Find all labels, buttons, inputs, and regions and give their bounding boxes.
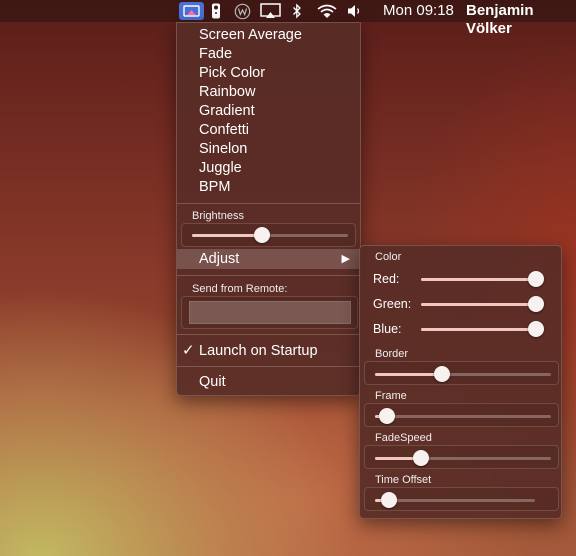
border-slider-fill	[375, 373, 442, 376]
red-slider[interactable]	[421, 271, 544, 287]
frame-slider-knob[interactable]	[379, 408, 396, 424]
fadespeed-slider-knob[interactable]	[412, 450, 429, 466]
fadespeed-slider[interactable]	[375, 450, 551, 466]
fadespeed-inset	[364, 445, 559, 469]
menu-separator	[177, 366, 360, 367]
frame-inset	[364, 403, 559, 427]
frame-label: Frame	[375, 390, 407, 402]
remote-inset	[181, 296, 358, 329]
green-slider-knob[interactable]	[528, 296, 544, 312]
wifi-icon[interactable]	[316, 2, 338, 20]
red-label: Red:	[373, 272, 400, 286]
menu-item-fade[interactable]: Fade	[199, 45, 232, 63]
app-status-icon[interactable]	[179, 2, 204, 20]
border-slider[interactable]	[375, 366, 551, 382]
menu-bar: Mon 09:18 Benjamin Völker	[0, 0, 576, 37]
time-offset-inset	[364, 487, 559, 511]
time-offset-slider[interactable]	[375, 492, 535, 508]
brightness-slider-fill	[192, 234, 263, 237]
green-label: Green:	[373, 297, 412, 311]
adjust-label: Adjust	[199, 251, 240, 267]
menu-item-sinelon[interactable]: Sinelon	[199, 140, 247, 158]
brightness-inset	[181, 223, 356, 247]
menu-bar-clock[interactable]: Mon 09:18	[383, 2, 454, 20]
green-slider[interactable]	[421, 296, 544, 312]
weather-icon[interactable]	[232, 2, 252, 20]
menu-item-juggle[interactable]: Juggle	[199, 159, 242, 177]
border-label: Border	[375, 348, 409, 360]
menu-item-adjust[interactable]: Adjust ▶	[177, 249, 360, 269]
blue-slider-knob[interactable]	[528, 321, 544, 337]
menu-item-bpm[interactable]: BPM	[199, 178, 230, 196]
submenu-arrow-icon: ▶	[341, 253, 350, 265]
adjust-submenu: Color Red: Green: Blue: Border Frame Fad…	[359, 245, 562, 519]
remote-icon[interactable]	[208, 2, 224, 20]
status-menu: Screen Average Fade Pick Color Rainbow G…	[176, 22, 361, 396]
checkmark-icon: ✓	[182, 342, 195, 359]
bluetooth-icon[interactable]	[290, 2, 304, 20]
menu-separator	[177, 203, 360, 204]
brightness-slider-knob[interactable]	[254, 227, 271, 243]
menu-item-pick-color[interactable]: Pick Color	[199, 64, 265, 82]
border-inset	[364, 361, 559, 385]
brightness-label: Brightness	[192, 210, 244, 222]
menu-item-confetti[interactable]: Confetti	[199, 121, 249, 139]
frame-slider[interactable]	[375, 408, 551, 424]
menu-bar-user[interactable]: Benjamin Völker	[466, 2, 576, 38]
color-label: Color	[375, 251, 402, 263]
menu-separator	[177, 275, 360, 276]
launch-on-startup-label: Launch on Startup	[199, 343, 318, 359]
brightness-slider[interactable]	[192, 227, 348, 243]
remote-input[interactable]	[189, 301, 351, 324]
red-slider-knob[interactable]	[528, 271, 544, 287]
menu-item-screen-average[interactable]: Screen Average	[199, 26, 302, 44]
airplay-icon[interactable]	[258, 2, 282, 20]
border-slider-knob[interactable]	[433, 366, 450, 382]
volume-icon[interactable]	[346, 2, 364, 20]
time-offset-label: Time Offset	[375, 474, 432, 486]
menu-item-gradient[interactable]: Gradient	[199, 102, 255, 120]
blue-label: Blue:	[373, 322, 402, 336]
blue-slider-fill	[421, 328, 536, 331]
blue-slider[interactable]	[421, 321, 544, 337]
green-slider-fill	[421, 303, 536, 306]
red-slider-fill	[421, 278, 536, 281]
menu-item-rainbow[interactable]: Rainbow	[199, 83, 255, 101]
menu-item-quit[interactable]: Quit	[199, 373, 226, 391]
menu-separator	[177, 334, 360, 335]
time-offset-slider-knob[interactable]	[381, 492, 398, 508]
fadespeed-label: FadeSpeed	[375, 432, 432, 444]
remote-label: Send from Remote:	[192, 283, 288, 295]
